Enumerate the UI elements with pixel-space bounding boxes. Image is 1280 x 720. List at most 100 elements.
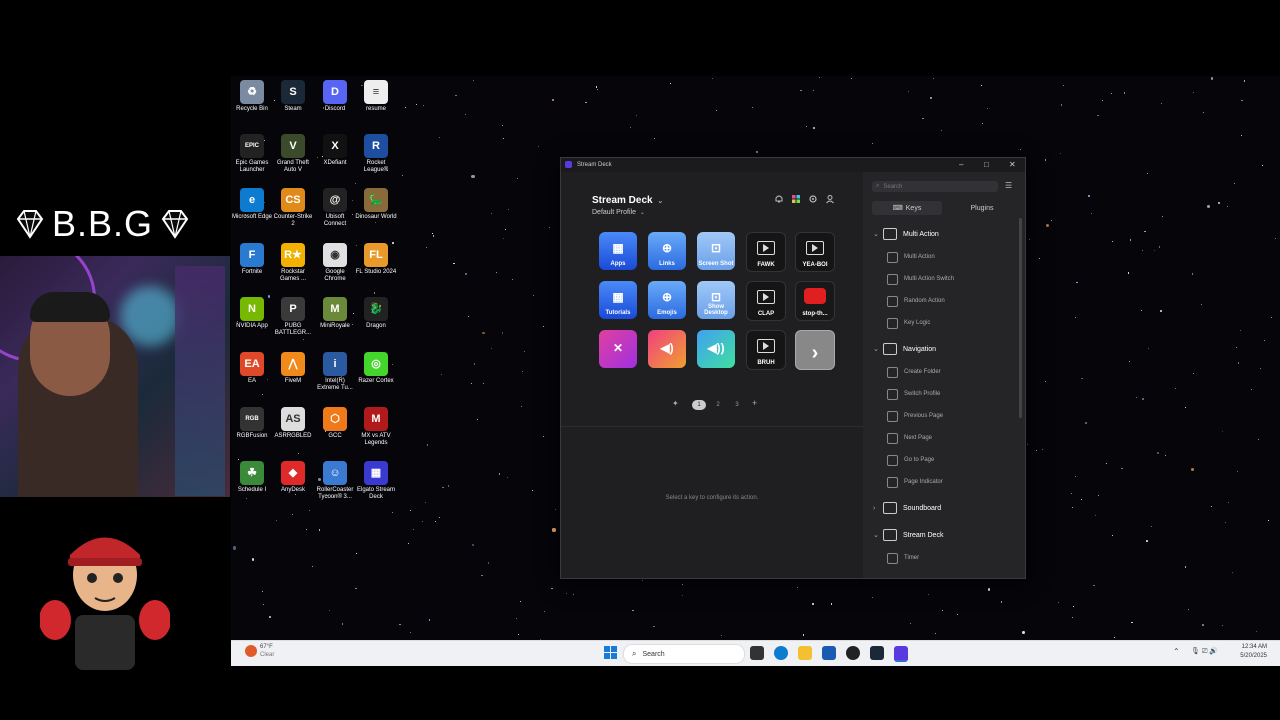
desktop-icon[interactable]: EPIC Epic Games Launcher [231,134,273,174]
clock-date[interactable]: 5/20/2025 [1235,653,1267,659]
desktop-icon[interactable]: AS ASRRGBLED [272,407,314,440]
action-category[interactable]: › Soundboard [863,497,1025,519]
tray-icons[interactable]: 🎙 ⎚ 🔊 [1191,647,1218,656]
stream-deck-key[interactable]: ⊡ Show Desktop [697,281,735,319]
stream-deck-key[interactable]: ▦ Tutorials [599,281,637,319]
list-view-icon[interactable]: ☰ [1005,181,1012,190]
desktop-icon[interactable]: X XDefiant [314,134,356,167]
desktop-icon[interactable]: ◆ AnyDesk [272,461,314,494]
gear-icon[interactable] [808,194,818,204]
stream-deck-key[interactable]: YEA-BOI [795,232,835,272]
stream-deck-key[interactable]: ✕ [599,330,637,368]
stream-deck-key[interactable]: ⊕ Emojis [648,281,686,319]
action-item[interactable]: Go to Page [863,450,1025,470]
key-label: YEA-BOI [802,262,828,268]
star [465,273,467,275]
stream-deck-key[interactable]: › [795,330,835,370]
desktop-icon[interactable]: S Steam [272,80,314,113]
action-category[interactable]: ⌄ Stream Deck [863,524,1025,546]
file-explorer-icon[interactable] [798,646,812,660]
action-item[interactable]: Multi Action Switch [863,269,1025,289]
device-selector[interactable]: Stream Deck ⌄ [592,195,663,206]
action-item[interactable]: Switch Profile [863,384,1025,404]
desktop-icon[interactable]: ⬡ GCC [314,407,356,440]
stream-deck-key[interactable]: ⊕ Links [648,232,686,270]
action-item[interactable]: Key Logic [863,313,1025,333]
desktop-icon[interactable]: ☺ RollerCoaster Tycoon® 3... [314,461,356,501]
minimize-button[interactable]: – [959,160,963,169]
stream-deck-key[interactable]: FAWK [746,232,786,272]
page-dot[interactable]: 1 [692,400,706,410]
desktop-icon[interactable]: ≡ resume [355,80,397,113]
desktop-icon[interactable]: @ Ubisoft Connect [314,188,356,228]
desktop-icon-label: Discord [324,106,346,112]
desktop-icon[interactable]: ▦ Elgato Stream Deck [355,461,397,501]
clock-time[interactable]: 12:34 AM [1235,644,1267,650]
tab-plugins[interactable]: Plugins [947,201,1017,215]
chevron-up-icon[interactable]: ⌃ [1173,647,1180,656]
task-view-icon[interactable] [750,646,764,660]
windows-start-icon[interactable] [604,646,618,660]
stream-deck-key[interactable]: ⊡ Screen Shot [697,232,735,270]
window-titlebar[interactable]: Stream Deck – □ ✕ [561,158,1025,172]
tab-keys[interactable]: ⌨ Keys [872,201,942,215]
desktop-icon[interactable]: M MX vs ATV Legends [355,407,397,447]
weather-icon[interactable] [245,645,257,657]
desktop-icon[interactable]: ⋀ FiveM [272,352,314,385]
desktop-icon[interactable]: P PUBG BATTLEGR... [272,297,314,337]
marketplace-icon[interactable] [791,194,801,204]
desktop-icon[interactable]: 🐉 Dragon [355,297,397,330]
close-button[interactable]: ✕ [1009,160,1016,169]
desktop-icon[interactable]: N NVIDIA App [231,297,273,330]
desktop-icon[interactable]: ◉ Google Chrome [314,243,356,283]
page-dot[interactable]: 2 [711,400,725,410]
add-page-button[interactable]: + [752,398,757,408]
desktop-icon[interactable]: V Grand Theft Auto V [272,134,314,174]
stream-deck-key[interactable]: ▦ Apps [599,232,637,270]
stream-deck-key[interactable]: stop-th... [795,281,835,321]
desktop-icon[interactable]: R Rocket League® [355,134,397,174]
bell-icon[interactable] [774,194,784,204]
desktop-icon[interactable]: ☘ Schedule I [231,461,273,494]
desktop-icon[interactable]: RGB RGBFusion [231,407,273,440]
stream-deck-key[interactable]: BRUH [746,330,786,370]
edge-taskbar-icon[interactable] [774,646,788,660]
action-search-input[interactable]: ⌕ Search [872,181,998,192]
pin-icon[interactable]: ✦ [672,399,679,408]
action-item[interactable]: Next Page [863,428,1025,448]
action-category[interactable]: ⌄ Navigation [863,338,1025,360]
action-item[interactable]: Previous Page [863,406,1025,426]
stream-deck-key[interactable]: ◀)) [697,330,735,368]
desktop-icon[interactable]: i Intel(R) Extreme Tu... [314,352,356,392]
desktop-icon[interactable]: F Fortnite [231,243,273,276]
action-item[interactable]: Page Indicator [863,472,1025,492]
scrollbar[interactable] [1019,218,1022,418]
desktop-icon[interactable]: M MiniRoyale [314,297,356,330]
desktop-icon[interactable]: D Discord [314,80,356,113]
action-item[interactable]: Create Folder [863,362,1025,382]
desktop-icon[interactable]: 🦕 Dinosaur World [355,188,397,221]
desktop-icon[interactable]: EA EA [231,352,273,385]
action-category[interactable]: ⌄ Multi Action [863,223,1025,245]
action-item[interactable]: Timer [863,548,1025,568]
steam-taskbar-icon[interactable] [870,646,884,660]
profile-selector[interactable]: Default Profile ⌄ [592,209,645,216]
desktop-icon[interactable]: ◎ Razer Cortex [355,352,397,385]
user-icon[interactable] [825,194,835,204]
maximize-button[interactable]: □ [984,160,989,169]
store-icon[interactable] [822,646,836,660]
desktop-icon[interactable]: CS Counter-Strike 2 [272,188,314,228]
desktop-icon[interactable]: e Microsoft Edge [231,188,273,221]
page-dot[interactable]: 3 [730,400,744,410]
star [871,143,874,145]
action-item[interactable]: Random Action [863,291,1025,311]
stream-deck-taskbar-icon[interactable] [894,646,908,662]
action-item[interactable]: Multi Action [863,247,1025,267]
desktop-icon[interactable]: ♻ Recycle Bin [231,80,273,113]
taskbar-search-box[interactable]: ⌕ Search [623,644,745,664]
desktop-icon[interactable]: FL FL Studio 2024 [355,243,397,276]
stream-deck-key[interactable]: ◀) [648,330,686,368]
stream-deck-key[interactable]: CLAP [746,281,786,321]
app-taskbar-icon[interactable] [846,646,860,660]
desktop-icon[interactable]: R★ Rockstar Games ... [272,243,314,283]
